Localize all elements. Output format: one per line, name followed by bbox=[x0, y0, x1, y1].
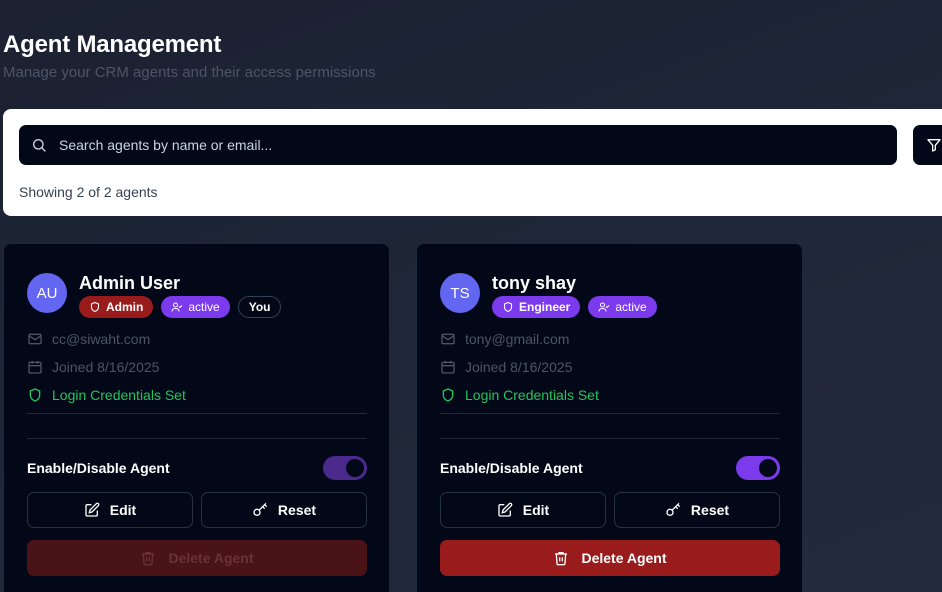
filter-button[interactable] bbox=[913, 125, 942, 165]
showing-count: Showing 2 of 2 agents bbox=[19, 184, 158, 200]
user-check-icon bbox=[598, 302, 610, 312]
delete-agent-button[interactable]: Delete Agent bbox=[27, 540, 367, 576]
role-badge-label: Engineer bbox=[519, 300, 571, 314]
shield-icon bbox=[442, 388, 454, 402]
enable-toggle[interactable] bbox=[736, 456, 780, 480]
edit-button-label: Edit bbox=[109, 502, 137, 518]
avatar: TS bbox=[440, 273, 480, 313]
status-badge: active bbox=[588, 296, 657, 318]
search-box[interactable] bbox=[19, 125, 897, 165]
shield-icon bbox=[503, 301, 513, 313]
search-input[interactable] bbox=[59, 125, 879, 165]
agent-card: AU Admin User Admin active You cc@siwaht… bbox=[3, 243, 390, 592]
mail-icon bbox=[28, 333, 42, 345]
status-badge: active bbox=[161, 296, 230, 318]
joined-date: Joined 8/16/2025 bbox=[52, 359, 160, 375]
credentials-row: Login Credentials Set bbox=[440, 387, 599, 403]
divider bbox=[27, 413, 367, 414]
credentials-status: Login Credentials Set bbox=[465, 387, 599, 403]
joined-row: Joined 8/16/2025 bbox=[440, 359, 572, 375]
agent-name: Admin User bbox=[79, 273, 181, 293]
agent-email: tony@gmail.com bbox=[465, 331, 570, 347]
filter-icon bbox=[927, 139, 941, 152]
calendar-icon bbox=[441, 361, 455, 374]
joined-row: Joined 8/16/2025 bbox=[27, 359, 159, 375]
toggle-label: Enable/Disable Agent bbox=[440, 460, 583, 476]
edit-icon bbox=[498, 502, 513, 517]
avatar: AU bbox=[27, 273, 67, 313]
credentials-status: Login Credentials Set bbox=[52, 387, 186, 403]
trash-icon bbox=[555, 552, 568, 566]
agent-email: cc@siwaht.com bbox=[52, 331, 151, 347]
delete-agent-button[interactable]: Delete Agent bbox=[440, 540, 780, 576]
email-row: tony@gmail.com bbox=[440, 331, 569, 347]
edit-icon bbox=[85, 502, 100, 517]
key-icon bbox=[666, 502, 681, 516]
status-badge-label: active bbox=[615, 300, 647, 314]
role-badge: Admin bbox=[79, 296, 154, 318]
role-badge-label: Admin bbox=[106, 300, 144, 314]
edit-button[interactable]: Edit bbox=[440, 492, 606, 528]
calendar-icon bbox=[28, 361, 42, 374]
reset-button[interactable]: Reset bbox=[201, 492, 367, 528]
delete-button-label: Delete Agent bbox=[168, 550, 254, 566]
badge-row: Engineer active bbox=[492, 296, 657, 318]
search-icon bbox=[33, 139, 46, 152]
email-row: cc@siwaht.com bbox=[27, 331, 150, 347]
toggle-label: Enable/Disable Agent bbox=[27, 460, 170, 476]
badge-row: Admin active You bbox=[79, 296, 282, 318]
page-title: Agent Management bbox=[3, 31, 222, 58]
role-badge: Engineer bbox=[492, 296, 581, 318]
mail-icon bbox=[441, 333, 455, 345]
toggle-knob bbox=[346, 459, 364, 477]
user-check-icon bbox=[171, 302, 183, 312]
agent-card: TS tony shay Engineer active tony@gmail.… bbox=[416, 243, 803, 592]
shield-icon bbox=[90, 301, 100, 313]
reset-button[interactable]: Reset bbox=[614, 492, 780, 528]
status-badge-label: active bbox=[188, 300, 220, 314]
key-icon bbox=[253, 502, 268, 516]
divider bbox=[27, 438, 367, 439]
reset-button-label: Reset bbox=[690, 502, 730, 518]
agent-name: tony shay bbox=[492, 273, 577, 293]
divider bbox=[440, 438, 780, 439]
shield-icon bbox=[29, 388, 41, 402]
edit-button[interactable]: Edit bbox=[27, 492, 193, 528]
edit-button-label: Edit bbox=[522, 502, 550, 518]
search-panel: Showing 2 of 2 agents bbox=[3, 109, 942, 216]
credentials-row: Login Credentials Set bbox=[27, 387, 186, 403]
enable-toggle[interactable] bbox=[323, 456, 367, 480]
divider bbox=[440, 413, 780, 414]
trash-icon bbox=[142, 552, 155, 566]
toggle-knob bbox=[759, 459, 777, 477]
page-subtitle: Manage your CRM agents and their access … bbox=[3, 64, 376, 81]
delete-button-label: Delete Agent bbox=[581, 550, 667, 566]
reset-button-label: Reset bbox=[277, 502, 317, 518]
joined-date: Joined 8/16/2025 bbox=[465, 359, 573, 375]
you-badge: You bbox=[237, 296, 282, 318]
